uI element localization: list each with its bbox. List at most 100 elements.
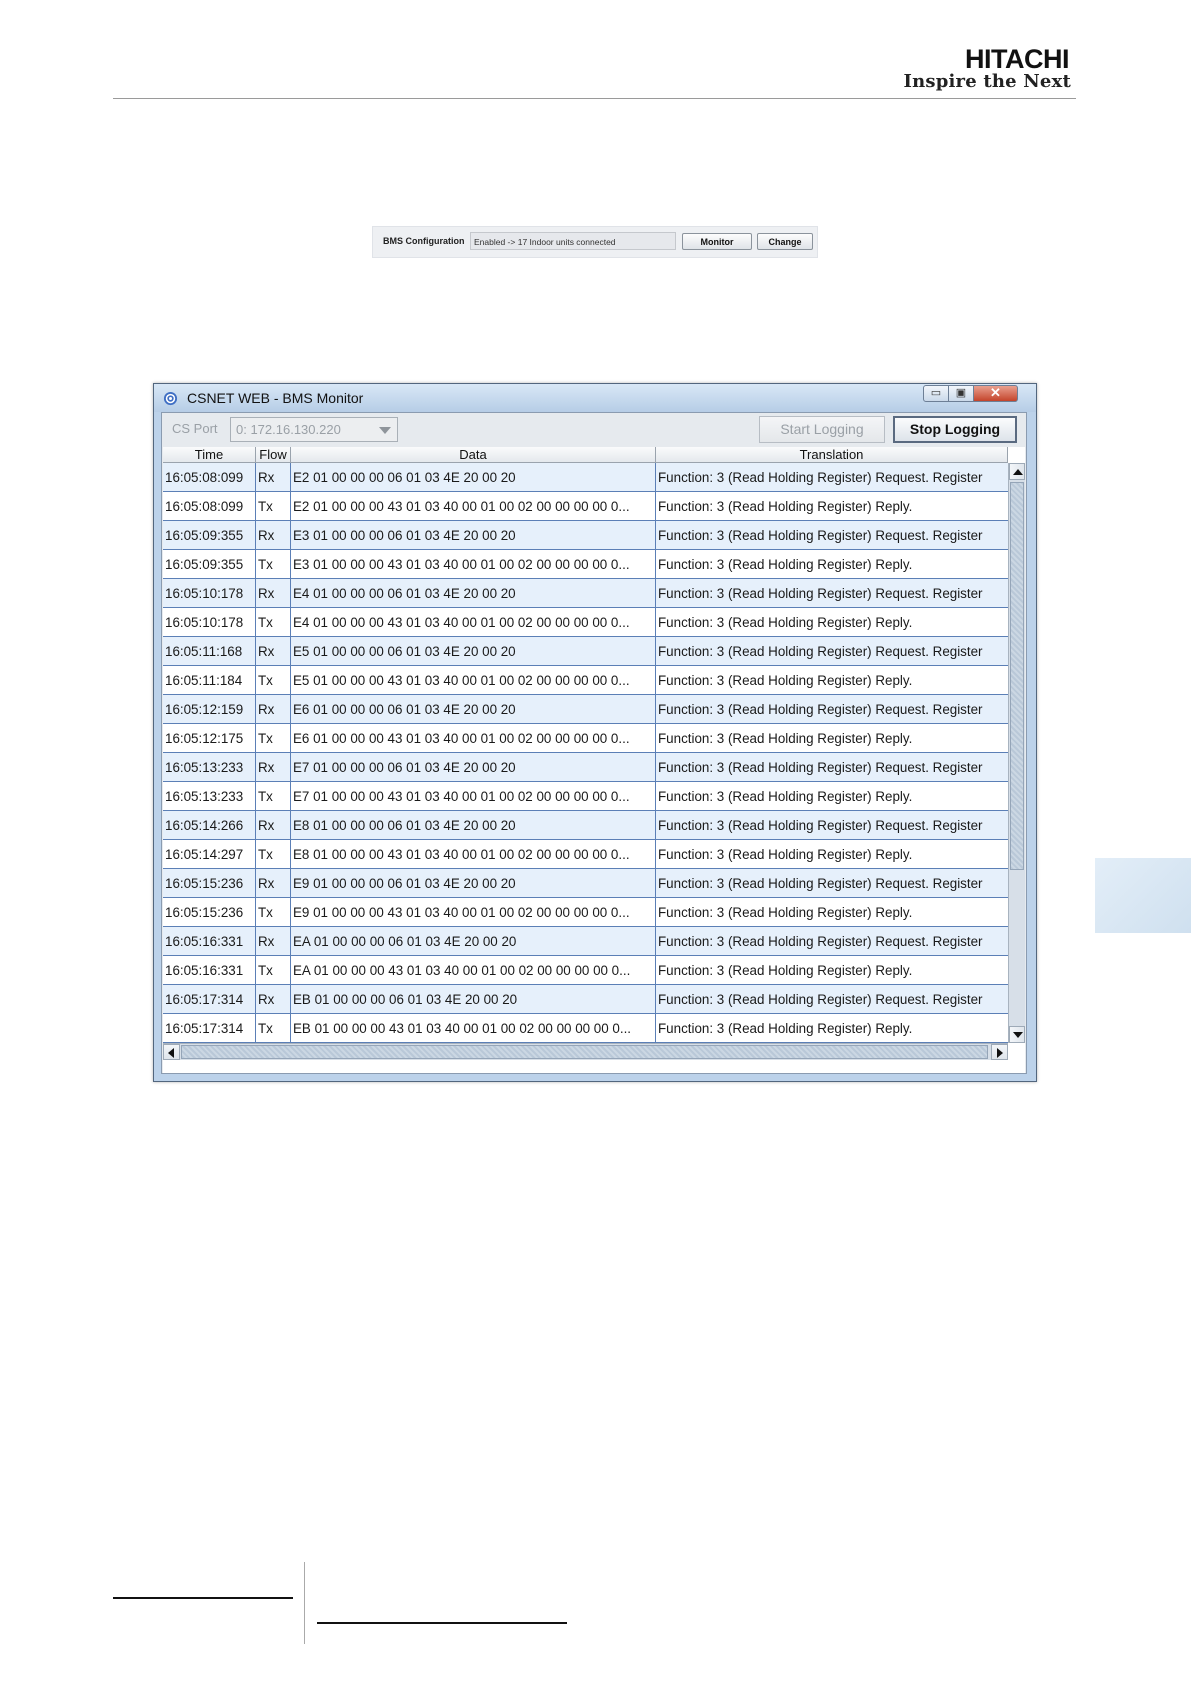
cell-time: 16:05:11:184 (163, 666, 256, 694)
cell-translation: Function: 3 (Read Holding Register) Requ… (658, 470, 983, 485)
cell-flow: Rx (256, 869, 291, 897)
arrow-down-icon (1013, 1032, 1023, 1038)
cell-data: E4 01 00 00 00 06 01 03 4E 20 00 20 (291, 579, 656, 607)
cell-data: E5 01 00 00 00 06 01 03 4E 20 00 20 (291, 637, 656, 665)
cell-time: 16:05:08:099 (163, 463, 256, 491)
cs-port-value: 0: 172.16.130.220 (236, 422, 341, 437)
scroll-left-button[interactable] (163, 1044, 180, 1060)
cell-data: E6 01 00 00 00 06 01 03 4E 20 00 20 (291, 695, 656, 723)
cell-data: E8 01 00 00 00 06 01 03 4E 20 00 20 (291, 811, 656, 839)
cell-translation: Function: 3 (Read Holding Register) Repl… (658, 673, 913, 688)
window-titlebar[interactable]: CSNET WEB - BMS Monitor ▭ ▣ ✕ (154, 384, 1036, 412)
window-client-area: CS Port 0: 172.16.130.220 Start Logging … (161, 412, 1027, 1074)
cell-flow: Tx (256, 782, 291, 810)
cell-translation: Function: 3 (Read Holding Register) Requ… (658, 934, 983, 949)
cell-data: E8 01 00 00 00 43 01 03 40 00 01 00 02 0… (291, 840, 656, 868)
table-row[interactable]: 16:05:15:236 Tx E9 01 00 00 00 43 01 03 40… (163, 898, 1008, 927)
cell-translation: Function: 3 (Read Holding Register) Repl… (658, 615, 913, 630)
cell-time: 16:05:12:175 (163, 724, 256, 752)
cs-port-label: CS Port (172, 421, 218, 436)
table-row[interactable]: 16:05:11:184 Tx E5 01 00 00 00 43 01 03 40… (163, 666, 1008, 695)
scroll-up-button[interactable] (1009, 463, 1025, 480)
column-header-translation[interactable]: Translation (656, 447, 1008, 463)
cell-flow: Rx (256, 753, 291, 781)
cell-translation: Function: 3 (Read Holding Register) Repl… (658, 789, 913, 804)
table-row[interactable]: 16:05:10:178 Rx E4 01 00 00 00 06 01 03 4E… (163, 579, 1008, 608)
start-logging-button[interactable]: Start Logging (759, 416, 885, 443)
cell-time: 16:05:16:331 (163, 956, 256, 984)
cell-time: 16:05:15:236 (163, 898, 256, 926)
cell-time: 16:05:11:168 (163, 637, 256, 665)
table-row[interactable]: 16:05:17:314 Tx EB 01 00 00 00 43 01 03 40… (163, 1014, 1008, 1043)
cell-data: E9 01 00 00 00 43 01 03 40 00 01 00 02 0… (291, 898, 656, 926)
cell-data: EA 01 00 00 00 06 01 03 4E 20 00 20 (291, 927, 656, 955)
cell-flow: Tx (256, 898, 291, 926)
cell-flow: Rx (256, 927, 291, 955)
minimize-button[interactable]: ▭ (923, 385, 949, 402)
header-divider (113, 98, 1076, 99)
table-row[interactable]: 16:05:14:297 Tx E8 01 00 00 00 43 01 03 40… (163, 840, 1008, 869)
scroll-right-button[interactable] (991, 1044, 1008, 1060)
cell-translation: Function: 3 (Read Holding Register) Requ… (658, 528, 983, 543)
table-row[interactable]: 16:05:09:355 Rx E3 01 00 00 00 06 01 03 4E… (163, 521, 1008, 550)
table-row[interactable]: 16:05:08:099 Tx E2 01 00 00 00 43 01 03 40… (163, 492, 1008, 521)
table-row[interactable]: 16:05:09:355 Tx E3 01 00 00 00 43 01 03 40… (163, 550, 1008, 579)
stop-logging-button[interactable]: Stop Logging (893, 416, 1017, 443)
table-row[interactable]: 16:05:16:331 Rx EA 01 00 00 00 06 01 03 4E… (163, 927, 1008, 956)
vertical-scroll-thumb[interactable] (1010, 482, 1024, 870)
section-side-tab (1095, 858, 1191, 933)
column-header-flow[interactable]: Flow (256, 447, 291, 463)
cell-time: 16:05:13:233 (163, 753, 256, 781)
cell-translation: Function: 3 (Read Holding Register) Requ… (658, 702, 983, 717)
close-button[interactable]: ✕ (973, 385, 1018, 402)
column-header-time[interactable]: Time (163, 447, 256, 463)
cell-flow: Rx (256, 985, 291, 1013)
table-row[interactable]: 16:05:11:168 Rx E5 01 00 00 00 06 01 03 4E… (163, 637, 1008, 666)
cell-data: EB 01 00 00 00 43 01 03 40 00 01 00 02 0… (291, 1014, 656, 1042)
cell-flow: Tx (256, 492, 291, 520)
cell-time: 16:05:12:159 (163, 695, 256, 723)
cell-translation: Function: 3 (Read Holding Register) Requ… (658, 586, 983, 601)
cell-flow: Rx (256, 695, 291, 723)
horizontal-scroll-thumb[interactable] (181, 1045, 988, 1059)
table-row[interactable]: 16:05:08:099 Rx E2 01 00 00 00 06 01 03 4E… (163, 463, 1008, 492)
log-table: Time Flow Data Translation 16:05:08:099 R… (163, 447, 1025, 1073)
cs-port-select[interactable]: 0: 172.16.130.220 (230, 417, 398, 442)
cell-data: E7 01 00 00 00 06 01 03 4E 20 00 20 (291, 753, 656, 781)
cell-flow: Rx (256, 637, 291, 665)
scroll-down-button[interactable] (1009, 1026, 1025, 1043)
table-row[interactable]: 16:05:12:159 Rx E6 01 00 00 00 06 01 03 4E… (163, 695, 1008, 724)
bms-configuration-label: BMS Configuration (383, 236, 465, 246)
vertical-scrollbar[interactable] (1008, 463, 1025, 1043)
cell-data: E6 01 00 00 00 43 01 03 40 00 01 00 02 0… (291, 724, 656, 752)
arrow-right-icon (997, 1048, 1003, 1058)
cell-flow: Rx (256, 811, 291, 839)
cell-translation: Function: 3 (Read Holding Register) Repl… (658, 499, 913, 514)
horizontal-scrollbar[interactable] (163, 1043, 1008, 1060)
cell-translation: Function: 3 (Read Holding Register) Requ… (658, 760, 983, 775)
maximize-button[interactable]: ▣ (948, 385, 974, 402)
cell-flow: Tx (256, 1014, 291, 1042)
table-row[interactable]: 16:05:17:314 Rx EB 01 00 00 00 06 01 03 4E… (163, 985, 1008, 1014)
table-row[interactable]: 16:05:13:233 Rx E7 01 00 00 00 06 01 03 4E… (163, 753, 1008, 782)
cell-time: 16:05:14:297 (163, 840, 256, 868)
table-row[interactable]: 16:05:14:266 Rx E8 01 00 00 00 06 01 03 4E… (163, 811, 1008, 840)
cell-translation: Function: 3 (Read Holding Register) Requ… (658, 818, 983, 833)
cell-data: E3 01 00 00 00 06 01 03 4E 20 00 20 (291, 521, 656, 549)
cell-translation: Function: 3 (Read Holding Register) Repl… (658, 731, 913, 746)
cell-translation: Function: 3 (Read Holding Register) Requ… (658, 992, 983, 1007)
cell-flow: Tx (256, 608, 291, 636)
cell-translation: Function: 3 (Read Holding Register) Repl… (658, 847, 913, 862)
cell-time: 16:05:13:233 (163, 782, 256, 810)
column-header-data[interactable]: Data (291, 447, 656, 463)
footer-vertical-divider (304, 1562, 305, 1644)
change-button[interactable]: Change (757, 233, 813, 250)
table-row[interactable]: 16:05:13:233 Tx E7 01 00 00 00 43 01 03 40… (163, 782, 1008, 811)
table-row[interactable]: 16:05:12:175 Tx E6 01 00 00 00 43 01 03 40… (163, 724, 1008, 753)
cell-translation: Function: 3 (Read Holding Register) Repl… (658, 963, 913, 978)
monitor-button[interactable]: Monitor (682, 233, 752, 250)
bms-monitor-window: CSNET WEB - BMS Monitor ▭ ▣ ✕ CS Port 0:… (153, 383, 1037, 1082)
table-row[interactable]: 16:05:16:331 Tx EA 01 00 00 00 43 01 03 40… (163, 956, 1008, 985)
table-row[interactable]: 16:05:15:236 Rx E9 01 00 00 00 06 01 03 4E… (163, 869, 1008, 898)
table-row[interactable]: 16:05:10:178 Tx E4 01 00 00 00 43 01 03 40… (163, 608, 1008, 637)
